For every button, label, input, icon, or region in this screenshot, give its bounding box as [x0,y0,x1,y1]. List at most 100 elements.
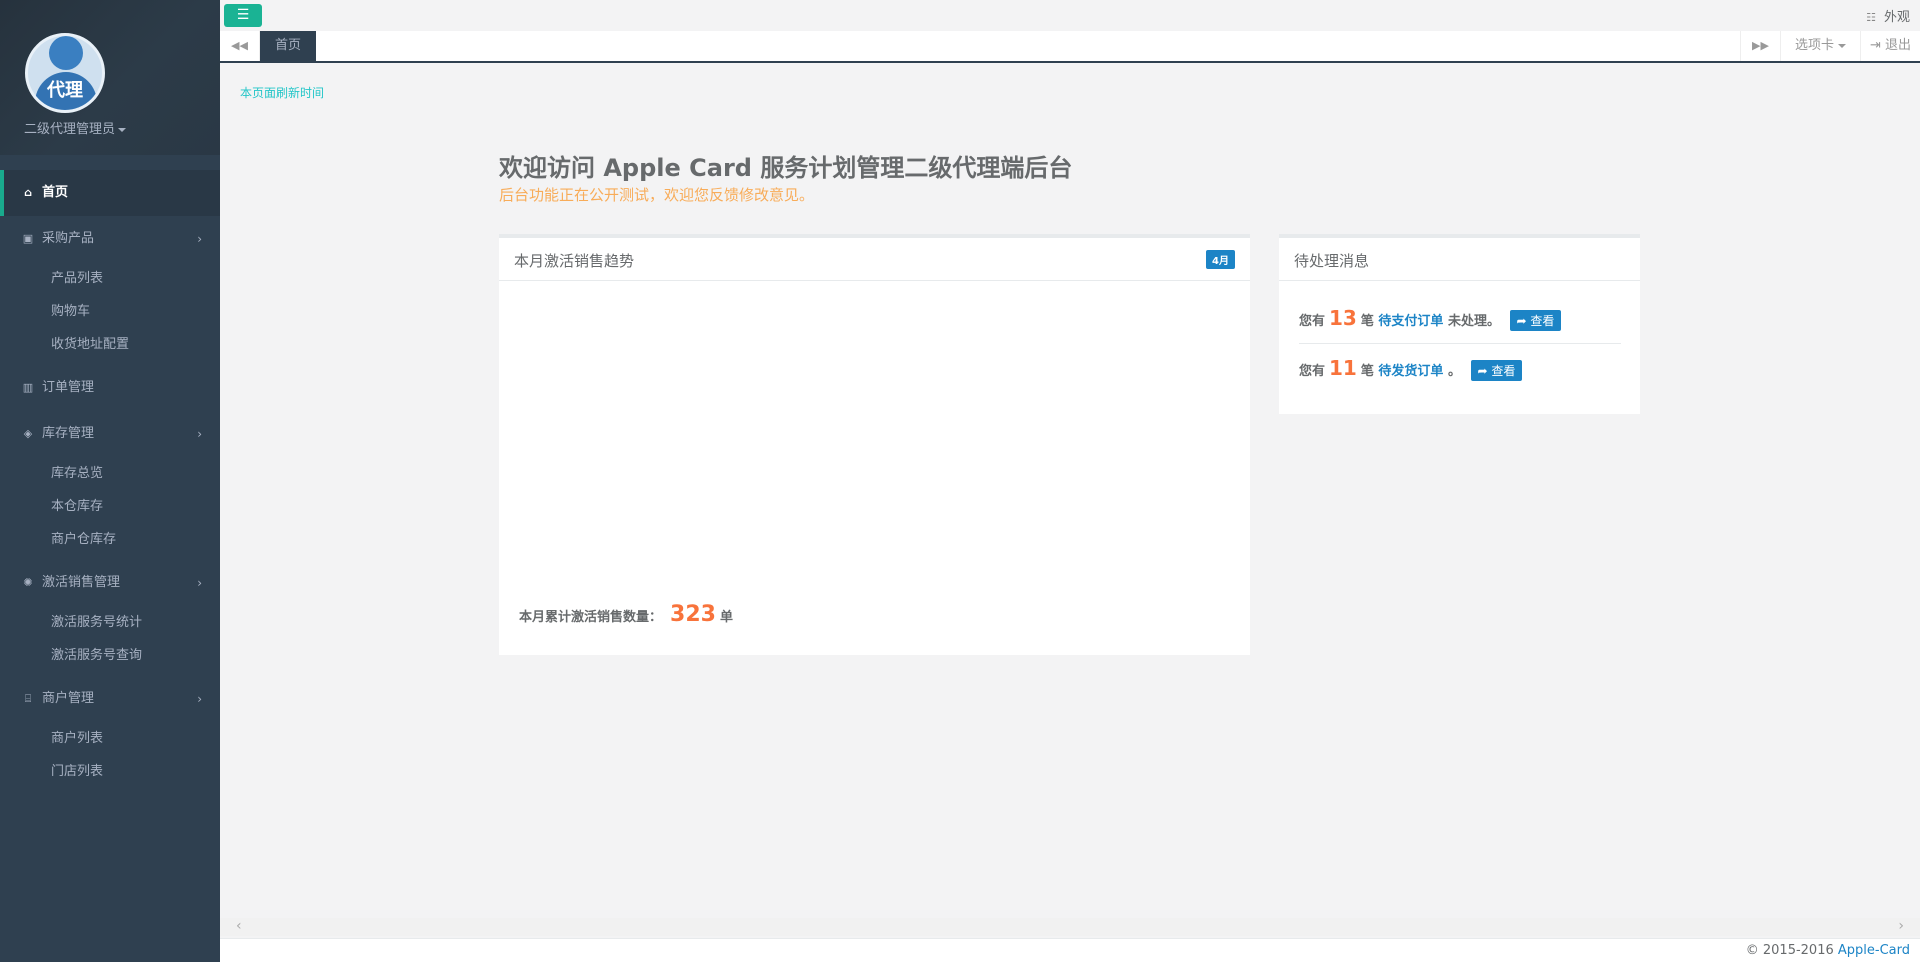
caret-down-icon [1838,43,1846,48]
message-suffix: 未处理。 [1447,314,1500,329]
sidebar-item-label: 首页 [42,185,69,200]
role-label: 二级代理管理员 [23,122,115,137]
spinner-icon: ✺ [23,576,33,589]
sidebar-nav: ⌂ 首页 ▣ 采购产品 › 产品列表 购物车 收货地址配置 ▥ 订单管理 ◈ 库存管理 … [0,170,220,792]
bank-icon: ⌸ [24,692,32,705]
gift-icon: ▣ [22,232,34,245]
backward-icon: ◀◀ [231,39,248,52]
sidebar-item-label: 激活销售管理 [42,575,121,590]
chevron-right-icon: › [197,427,202,441]
profile-area: 代理 二级代理管理员 [0,0,220,155]
sidebar-item-product-list[interactable]: 产品列表 [0,262,220,295]
sidebar-item-inventory[interactable]: ◈ 库存管理 › [0,411,220,457]
caret-down-icon [118,127,126,132]
page-title: 欢迎访问 Apple Card 服务计划管理二级代理端后台 [499,154,1073,182]
sidebar-item-own-warehouse[interactable]: 本仓库存 [0,490,220,523]
message-unit: 笔 [1360,314,1374,329]
panel-title: 待处理消息 [1294,252,1370,270]
sidebar-item-purchase[interactable]: ▣ 采购产品 › [0,216,220,262]
hamburger-icon: ☰ [236,7,250,23]
horizontal-scrollbar[interactable]: ‹ › [220,918,1920,936]
tab-bar: ◀◀ 首页 ▶▶ 选项卡 ⇥ 退出 [220,31,1920,63]
brand-link[interactable]: Apple-Card [1838,943,1910,958]
total-label: 本月累计激活销售数量： [519,610,663,625]
scroll-left-arrow-icon[interactable]: ‹ [236,918,242,934]
avatar-head [49,36,83,70]
chevron-right-icon: › [197,692,202,706]
view-unshipped-button[interactable]: ➦ 查看 [1470,360,1523,381]
message-row-unshipped: 您有 11 笔 待发货订单 。 ➦ 查看 [1299,356,1523,381]
logout-button[interactable]: ⇥ 退出 [1860,31,1920,61]
month-badge: 4月 [1206,250,1235,269]
message-prefix: 您有 [1299,314,1326,329]
sidebar: 代理 二级代理管理员 ⌂ 首页 ▣ 采购产品 › 产品列表 购物车 收货地址配置 ▥… [0,0,220,962]
submenu-purchase: 产品列表 购物车 收货地址配置 [0,262,220,365]
tab-scroll-left-button[interactable]: ◀◀ [220,31,260,61]
tab-scroll-right-button[interactable]: ▶▶ [1740,31,1780,61]
sidebar-item-activation-sales[interactable]: ✺ 激活销售管理 › [0,560,220,606]
message-suffix: 。 [1447,364,1461,379]
page-refresh-link[interactable]: 本页面刷新时间 [240,84,324,101]
message-count: 11 [1329,356,1357,380]
pending-messages-panel: 待处理消息 您有 13 笔 待支付订单 未处理。 ➦ 查看 您有 11 笔 待发货订单 … [1279,234,1640,414]
sidebar-item-inventory-overview[interactable]: 库存总览 [0,457,220,490]
message-unit: 笔 [1360,364,1374,379]
topbar: ☰ ☷ 外观 [220,0,1920,30]
unpaid-orders-link[interactable]: 待支付订单 [1378,314,1443,329]
sidebar-item-merchants[interactable]: ⌸ 商户管理 › [0,676,220,722]
copyright: © 2015-2016 Apple-Card [1746,943,1910,958]
sidebar-item-orders[interactable]: ▥ 订单管理 [0,365,220,411]
sidebar-item-label: 订单管理 [42,380,95,395]
menu-toggle-button[interactable]: ☰ [224,4,262,27]
total-unit: 单 [719,610,733,625]
view-button-label: 查看 [1491,364,1516,378]
columns-icon: ▥ [22,381,34,394]
sidebar-item-cart[interactable]: 购物车 [0,295,220,328]
divider [1299,343,1621,344]
sidebar-item-label: 商户管理 [42,691,95,706]
sidebar-item-home[interactable]: ⌂ 首页 [0,170,220,216]
chevron-right-icon: › [197,232,202,246]
sidebar-item-address-config[interactable]: 收货地址配置 [0,328,220,361]
submenu-activation-sales: 激活服务号统计 激活服务号查询 [0,606,220,676]
sidebar-item-merchant-list[interactable]: 商户列表 [0,722,220,755]
tab-home[interactable]: 首页 [260,31,316,61]
panel-header: 本月激活销售趋势 4月 [499,238,1250,281]
message-row-unpaid: 您有 13 笔 待支付订单 未处理。 ➦ 查看 [1299,306,1562,331]
submenu-inventory: 库存总览 本仓库存 商户仓库存 [0,457,220,560]
avatar[interactable]: 代理 [25,33,105,113]
share-icon: ➦ [1477,364,1488,378]
panel-header: 待处理消息 [1279,238,1640,281]
sidebar-item-activation-stats[interactable]: 激活服务号统计 [0,606,220,639]
unshipped-orders-link[interactable]: 待发货订单 [1378,364,1443,379]
submenu-merchants: 商户列表 门店列表 [0,722,220,792]
tab-options-label: 选项卡 [1794,38,1834,53]
role-dropdown[interactable]: 二级代理管理员 [0,118,150,137]
chevron-right-icon: › [197,576,202,590]
dropbox-icon: ◈ [23,427,33,440]
sidebar-item-activation-query[interactable]: 激活服务号查询 [0,639,220,672]
sidebar-item-label: 库存管理 [42,426,95,441]
view-unpaid-button[interactable]: ➦ 查看 [1509,310,1562,331]
logout-label: 退出 [1885,38,1912,53]
monthly-total: 本月累计激活销售数量： 323 单 [519,602,733,627]
panel-title: 本月激活销售趋势 [514,252,635,270]
list-icon: ☷ [1866,11,1876,24]
home-icon: ⌂ [24,186,32,199]
tab-options-dropdown[interactable]: 选项卡 [1780,31,1860,61]
sign-out-icon: ⇥ [1869,38,1881,53]
copyright-text: © 2015-2016 [1745,943,1834,958]
total-value: 323 [670,602,716,627]
sales-trend-panel: 本月激活销售趋势 4月 本月累计激活销售数量： 323 单 [499,234,1250,655]
forward-icon: ▶▶ [1752,39,1769,52]
sidebar-item-store-list[interactable]: 门店列表 [0,755,220,788]
sidebar-item-merchant-warehouse[interactable]: 商户仓库存 [0,523,220,556]
message-count: 13 [1329,306,1357,330]
share-icon: ➦ [1516,314,1527,328]
sidebar-item-label: 采购产品 [42,231,95,246]
appearance-button[interactable]: ☷ 外观 [1866,6,1910,25]
appearance-label: 外观 [1883,10,1910,25]
page-subtitle: 后台功能正在公开测试，欢迎您反馈修改意见。 [499,186,815,204]
scroll-right-arrow-icon[interactable]: › [1898,918,1904,934]
footer: © 2015-2016 Apple-Card [220,938,1920,962]
